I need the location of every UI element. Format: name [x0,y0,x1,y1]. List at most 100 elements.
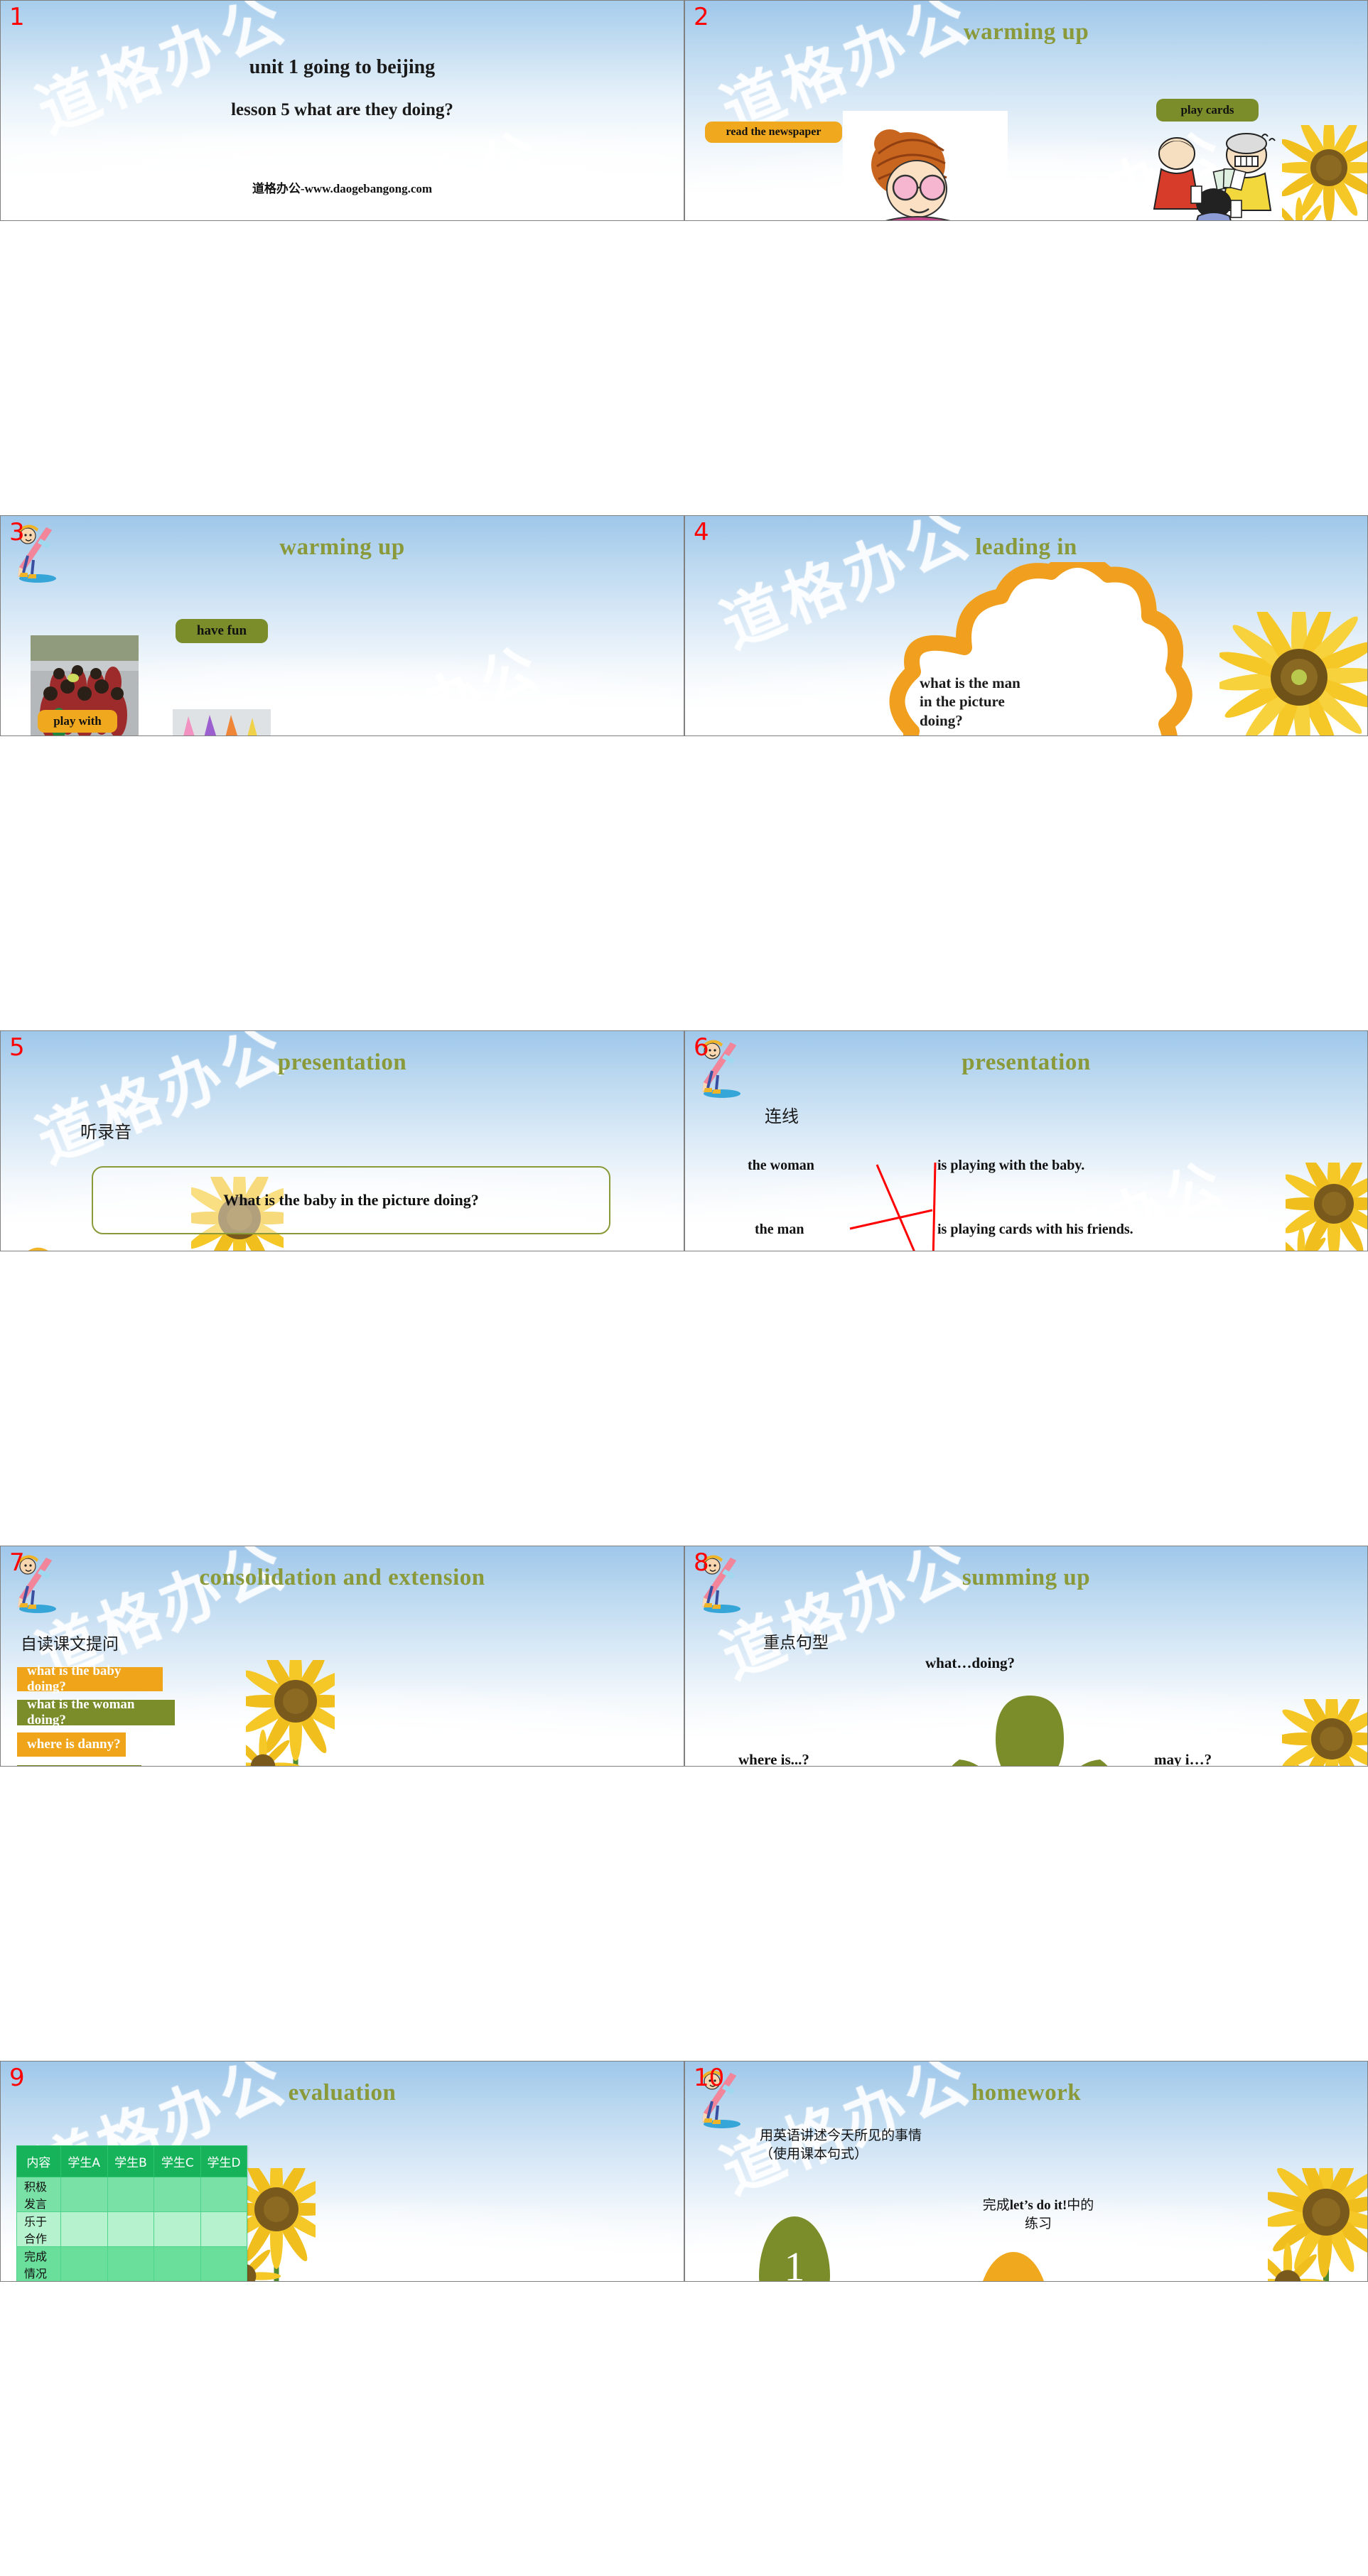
sunflower-decoration [1219,612,1367,735]
chip-label: read the newspaper [726,126,822,138]
slide-number-2: 2 [694,3,709,31]
task1-line1: 用英语讲述今天所见的事情 [760,2128,922,2143]
slide-title: warming up [279,534,405,560]
table-row[interactable]: 乐于合作 [16,2211,247,2247]
badge-label: 1 [784,2243,805,2282]
slide-5[interactable]: 道格办公 道格办公 道格办公 5 presentation 听录音 What i… [0,1030,684,1251]
table-cell[interactable] [107,2246,155,2281]
match-phrase-playing-with-baby[interactable]: is playing with the baby. [937,1158,1084,1174]
table-cell[interactable] [107,2211,155,2247]
callout-line-3: doing? [920,711,963,729]
table-cell[interactable] [154,2177,202,2212]
table-cell[interactable] [200,2246,247,2281]
slide-number-9: 9 [9,2064,25,2092]
slide-9[interactable]: 道格办公 道格办公 道格办公 9 evaluation 内容 学生A 学生B 学… [0,2061,684,2282]
question-bar-he-doing[interactable]: what is he doing? [17,1765,141,1766]
table-cell[interactable] [60,2177,108,2212]
table-cell-label: 完成情况 [16,2246,61,2281]
chip-label: have fun [196,623,247,638]
slide-4[interactable]: 道格办公 道格办公 4 leading in what is the man i… [684,515,1368,736]
slide-number-6: 6 [694,1033,709,1062]
homework-task-2-text: 完成let’s do it!中的 练习 [964,2197,1113,2233]
task2-bold: let’s do it! [1009,2198,1067,2213]
slide-8[interactable]: 道格办公 道格办公 8 summing up 重点句型 [684,1546,1368,1767]
chip-label: play with [53,714,102,728]
table-cell[interactable] [154,2246,202,2281]
slide-7[interactable]: 道格办公 道格办公 道格办公 7 consolidation and exten… [0,1546,684,1767]
evaluation-table[interactable]: 内容 学生A 学生B 学生C 学生D 积极发言 乐于合作 完成情况 [16,2145,247,2281]
slide-title: evaluation [288,2080,397,2106]
table-cell-label: 积极发言 [16,2177,61,2212]
table-header-cell: 学生B [107,2145,155,2177]
slide-title: homework [971,2080,1082,2106]
question-bar-where-danny[interactable]: where is danny? [17,1732,126,1757]
table-cell-label: 乐于合作 [16,2211,61,2247]
slide-title: summing up [962,1565,1091,1590]
table-cell[interactable] [200,2177,247,2212]
site-footer: 道格办公-www.daogebangong.com [252,182,433,195]
match-instruction: 连线 [765,1106,799,1126]
match-term-the-man[interactable]: the man [755,1222,804,1238]
slide-10[interactable]: 道格办公 道格办公 道格办公 10 homework 用英语讲述今天所见的事情 … [684,2061,1368,2282]
answer-text: the baby is playing with danny. [194,1250,364,1251]
callout-line-2: in the picture [920,693,1005,711]
question-bar-baby[interactable]: what is the baby doing? [17,1664,163,1694]
slide-number-1: 1 [9,3,25,31]
table-row[interactable]: 积极发言 [16,2177,247,2212]
table-cell[interactable] [60,2246,108,2281]
table-cell[interactable] [154,2211,202,2247]
key-patterns-instruction: 重点句型 [763,1634,829,1652]
homework-badge-1[interactable]: 1 [759,2216,830,2282]
chip-label: play cards [1180,103,1234,117]
clover-shape [952,1696,1108,1766]
question-bar-woman[interactable]: what is the woman doing? [17,1697,175,1728]
callout-line-1: what is the man [920,674,1020,691]
slide-number-4: 4 [694,518,709,546]
task2-line1: 完成let’s do it!中的 [964,2197,1113,2215]
listen-instruction: 听录音 [80,1122,131,1142]
slide-6[interactable]: 道格办公 道格办公 6 presentation 连线 the [684,1030,1368,1251]
slide-1[interactable]: 道格办公 道格办公 道格办公 1 unit 1 going to beijing… [0,0,684,221]
match-phrase-playing-cards[interactable]: is playing cards with his friends. [937,1222,1133,1238]
slide-deck: 道格办公 道格办公 道格办公 1 unit 1 going to beijing… [0,0,1368,2576]
chip-play-cards[interactable]: play cards [1156,99,1259,122]
table-row[interactable]: 完成情况 [16,2246,247,2281]
slide-number-10: 10 [694,2064,725,2092]
table-cell[interactable] [107,2177,155,2212]
slide-number-5: 5 [9,1033,25,1062]
sunflower-decoration [1282,1699,1367,1766]
task2-post: 中的 [1067,2197,1094,2213]
match-term-the-woman[interactable]: the woman [748,1158,814,1174]
pattern-may-i: may i…? [1154,1751,1212,1767]
task2-line2: 练习 [1024,2215,1052,2231]
pattern-where-is: where is...? [738,1751,809,1767]
bar-label: what is the baby doing? [27,1664,122,1694]
chip-play-with[interactable]: play with [38,710,117,733]
slide-3[interactable]: 道格办公 道格办公 道格办公 3 warming up [0,515,684,736]
slide-2[interactable]: 道格办公 道格办公 道格办公 2 warming up [684,0,1368,221]
bar-label: where is danny? [27,1737,121,1752]
slide-title: presentation [962,1050,1091,1075]
watermark-text: 道格办公 [304,119,551,220]
slide-title: warming up [963,19,1089,45]
task2-pre: 完成 [982,2197,1010,2213]
chip-have-fun[interactable]: have fun [176,619,268,643]
task1-line2: （使用课本句式） [760,2145,868,2162]
party-hats-people-image [173,709,271,735]
callout-text: what is the man in the picture doing? [920,674,1076,730]
chip-read-the-newspaper[interactable]: read the newspaper [705,122,842,143]
sunflower-decoration [246,1660,335,1766]
bar-label: what is the woman doing? [27,1697,135,1728]
table-header-row: 内容 学生A 学生B 学生C 学生D [16,2145,247,2177]
self-read-instruction: 自读课文提问 [21,1635,119,1654]
question-box: What is the baby in the picture doing? [92,1166,610,1234]
boys-playing-cards-image [1147,132,1296,220]
homework-badge-2[interactable]: 2 [978,2252,1049,2281]
table-cell[interactable] [200,2211,247,2247]
question-text: What is the baby in the picture doing? [223,1191,479,1209]
party-photo-icon [173,709,271,735]
slide-title: presentation [277,1050,407,1075]
table-header-cell: 学生D [200,2145,247,2177]
slide-number-3: 3 [9,518,25,546]
table-cell[interactable] [60,2211,108,2247]
